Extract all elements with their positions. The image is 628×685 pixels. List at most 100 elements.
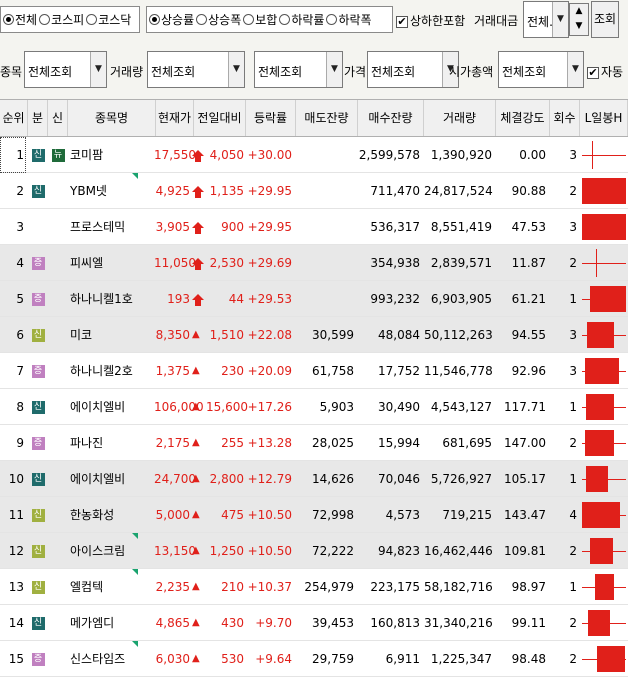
table-row[interactable]: 14 신 메가엠디 4,865 ▲ 430 +9.70 39,453 160,813 31,340… xyxy=(0,605,628,641)
column-header[interactable]: 현재가 xyxy=(156,100,194,136)
auto-checkbox[interactable]: ✔ 자동 xyxy=(587,63,623,80)
trade-strength: 98.48 xyxy=(511,652,546,666)
volume: 58,182,716 xyxy=(424,580,493,594)
sell-remain: 72,222 xyxy=(312,544,354,558)
change-value: 430 xyxy=(221,616,244,630)
mcap-select[interactable]: 전체조회 ▼ xyxy=(498,51,584,88)
table-row[interactable]: 13 신 엘컴텍 2,235 ▲ 210 +10.37 254,979 223,175 58,18… xyxy=(0,569,628,605)
limit-up-arrow-icon xyxy=(192,209,206,245)
column-header[interactable]: 신 xyxy=(48,100,68,136)
new-badge-cell xyxy=(48,281,68,317)
stock-name[interactable]: 프로스테믹 xyxy=(70,209,156,245)
stock-name[interactable]: 에이치엘비 xyxy=(70,461,156,497)
limit-up-arrow-icon xyxy=(192,245,206,281)
table-row[interactable]: 15 증 신스타임즈 6,030 ▲ 530 +9.64 29,759 6,911 1,225,3… xyxy=(0,641,628,677)
column-header[interactable]: L일봉H xyxy=(580,100,628,136)
table-row[interactable]: 12 신 아이스크림 13,150 ▲ 1,250 +10.50 72,222 94,823 16… xyxy=(0,533,628,569)
stock-name[interactable]: 한농화성 xyxy=(70,497,156,533)
table-row[interactable]: 4 증 피씨엘 11,050 2,530 +29.69 354,938 2,839,571 11… xyxy=(0,245,628,281)
chevron-down-icon: ▼ xyxy=(228,52,244,87)
trade-strength: 11.87 xyxy=(511,256,546,270)
market-option[interactable]: 전체 xyxy=(3,11,37,28)
count: 2 xyxy=(569,616,577,630)
column-header[interactable]: 회수 xyxy=(550,100,580,136)
radio-icon xyxy=(39,14,51,25)
volume-label: 거래량 xyxy=(110,65,144,79)
stock-name[interactable]: YBM넷 xyxy=(70,173,156,209)
item-label: 종목 xyxy=(0,65,23,79)
table-row[interactable]: 11 신 한농화성 5,000 ▲ 475 +10.50 72,998 4,573 719,215… xyxy=(0,497,628,533)
market-badge-cell xyxy=(28,209,48,245)
stock-name[interactable]: 아이스크림 xyxy=(70,533,156,569)
column-header[interactable]: 전일대비 xyxy=(194,100,246,136)
column-header[interactable]: 거래량 xyxy=(424,100,496,136)
up-triangle-icon: ▲ xyxy=(192,653,200,664)
query-button[interactable]: 조회 xyxy=(591,1,619,38)
direction-option[interactable]: 하락폭 xyxy=(326,11,372,28)
stock-name[interactable]: 에이치엘비 xyxy=(70,389,156,425)
market-badge: 증 xyxy=(31,653,45,666)
table-row[interactable]: 9 증 파나진 2,175 ▲ 255 +13.28 28,025 15,994 681,695 1… xyxy=(0,425,628,461)
change-value: 1,510 xyxy=(209,328,244,342)
direction-option[interactable]: 보합 xyxy=(243,11,277,28)
credit-select[interactable]: 전체조회 ▼ xyxy=(254,51,343,88)
stock-name[interactable]: 엘컴텍 xyxy=(70,569,156,605)
stock-name[interactable]: 하나니켈2호 xyxy=(70,353,156,389)
direction-option[interactable]: 상승률 xyxy=(149,11,194,28)
column-header[interactable]: 매수잔량 xyxy=(358,100,424,136)
stock-name[interactable]: 신스타임즈 xyxy=(70,641,156,677)
count: 1 xyxy=(569,292,577,306)
new-badge-cell xyxy=(48,353,68,389)
change-value: 2,800 xyxy=(209,472,244,486)
trade-amount-select[interactable]: 전체. ▼ xyxy=(523,1,569,38)
market-badge: 신 xyxy=(31,185,45,198)
table-row[interactable]: 8 신 에이치엘비 106,000 ▲ 15,600 +17.26 5,903 30,490 4,… xyxy=(0,389,628,425)
new-badge-cell xyxy=(48,317,68,353)
column-header[interactable]: 등락률 xyxy=(246,100,296,136)
radio-icon xyxy=(326,14,338,25)
column-header[interactable]: 매도잔량 xyxy=(296,100,358,136)
change-rate: +10.37 xyxy=(247,580,292,594)
column-header[interactable]: 순위 xyxy=(0,100,28,136)
daily-candle xyxy=(584,358,619,384)
sort-toggle-button[interactable]: ▲ ▼ xyxy=(569,3,589,36)
column-header[interactable]: 종목명 xyxy=(68,100,156,136)
stock-name[interactable]: 코미팜 xyxy=(70,137,156,173)
stock-name[interactable]: 미코 xyxy=(70,317,156,353)
market-badge: 증 xyxy=(31,257,45,270)
column-header[interactable]: 체결강도 xyxy=(496,100,550,136)
table-row[interactable]: 1 신 뉴 코미팜 17,550 4,050 +30.00 2,599,578 1,390,92… xyxy=(0,137,628,173)
change-rate: +9.70 xyxy=(255,616,292,630)
volume-select[interactable]: 전체조회 ▼ xyxy=(147,51,245,88)
change-value: 230 xyxy=(221,364,244,378)
column-header[interactable]: 분 xyxy=(28,100,48,136)
table-row[interactable]: 10 신 에이치엘비 24,700 ▲ 2,800 +12.79 14,626 70,046 5,… xyxy=(0,461,628,497)
stock-name[interactable]: 파나진 xyxy=(70,425,156,461)
stock-name[interactable]: 하나니켈1호 xyxy=(70,281,156,317)
volume: 5,726,927 xyxy=(430,472,492,486)
table-row[interactable]: 6 신 미코 8,350 ▲ 1,510 +22.08 30,599 48,084 50,112,… xyxy=(0,317,628,353)
change-rate: +22.08 xyxy=(247,328,292,342)
direction-option[interactable]: 상승폭 xyxy=(196,11,241,28)
market-badge: 신 xyxy=(31,149,45,162)
buy-remain: 6,911 xyxy=(385,652,420,666)
price-select[interactable]: 전체조회 ▼ xyxy=(367,51,459,88)
market-option[interactable]: 코스피 xyxy=(39,11,84,28)
table-row[interactable]: 2 신 YBM넷 4,925 1,135 +29.95 711,470 24,817,524 9… xyxy=(0,173,628,209)
daily-candle xyxy=(588,610,611,636)
table-row[interactable]: 7 증 하나니켈2호 1,375 ▲ 230 +20.09 61,758 17,752 11,54… xyxy=(0,353,628,389)
table-row[interactable]: 3 프로스테믹 3,905 900 +29.95 536,317 8,551,419 47.5… xyxy=(0,209,628,245)
table-row[interactable]: 5 증 하나니켈1호 193 44 +29.53 993,232 6,903,905 61.21… xyxy=(0,281,628,317)
rank-cell: 10 xyxy=(8,472,24,486)
stock-name[interactable]: 메가엠디 xyxy=(70,605,156,641)
stock-name[interactable]: 피씨엘 xyxy=(70,245,156,281)
item-select[interactable]: 전체조회 ▼ xyxy=(24,51,107,88)
direction-option[interactable]: 하락률 xyxy=(279,11,324,28)
count: 3 xyxy=(569,220,577,234)
limit-include-checkbox[interactable]: ✔ 상하한포함 xyxy=(396,12,465,29)
up-triangle-icon: ▲ xyxy=(192,617,200,628)
trade-strength: 105.17 xyxy=(504,472,546,486)
change-rate: +29.69 xyxy=(247,256,292,270)
market-option[interactable]: 코스닥 xyxy=(86,11,131,28)
rank-cell: 5 xyxy=(16,292,24,306)
